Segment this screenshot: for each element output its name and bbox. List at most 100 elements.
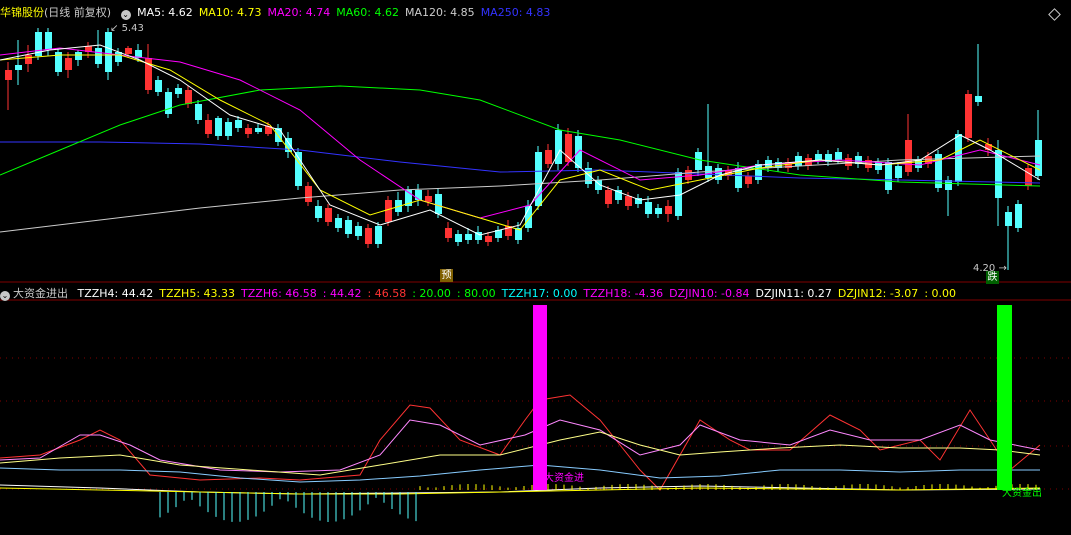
ma-item: MA10: 4.73 [198, 6, 262, 19]
candle-body [465, 234, 472, 240]
price-chart[interactable] [0, 0, 1071, 535]
main-panel-header: 华锦股份(日线 前复权) ⌄ MA5: 4.62 MA10: 4.73 MA20: … [0, 6, 556, 20]
candle-body [895, 166, 902, 178]
candle-body [625, 196, 632, 206]
chevron-down-icon[interactable]: ⌄ [120, 10, 131, 20]
forecast-marker[interactable]: 预 [440, 269, 453, 282]
candle-body [65, 58, 72, 70]
candle-body [335, 218, 342, 228]
candle-body [15, 65, 22, 70]
ma-item: MA250: 4.83 [480, 6, 551, 19]
candle-body [185, 90, 192, 104]
chevron-down-icon[interactable]: ⌄ [0, 291, 10, 301]
sub-panel-header: ⌄ 大资金进出 TZZH4: 44.42 TZZH5: 43.33 TZZH6: 46… [0, 287, 962, 301]
indicator-item: DZJIN11: 0.27 [755, 287, 832, 300]
indicator-item: DZJIN10: -0.84 [669, 287, 750, 300]
candle-body [355, 226, 362, 236]
drop-marker[interactable]: 跌 [986, 271, 999, 284]
candle-body [875, 162, 882, 170]
ma-item: MA60: 4.62 [336, 6, 399, 19]
candle-body [245, 128, 252, 134]
candle-body [195, 104, 202, 120]
indicator-item: TZZH6: 46.58 [241, 287, 317, 300]
candle-body [45, 32, 52, 50]
candle-body [255, 128, 262, 132]
indicator-item: TZZH4: 44.42 [77, 287, 154, 300]
candle-body [315, 206, 322, 218]
candle-body [305, 186, 312, 202]
candle-body [95, 48, 102, 64]
sub-yellow-line [0, 431, 1041, 476]
ma-item: MA5: 4.62 [137, 6, 193, 19]
high-price-label: ↙ 5.43 [110, 23, 144, 34]
indicator-values: TZZH4: 44.42 TZZH5: 43.33 TZZH6: 46.58 : 44… [78, 287, 963, 300]
candle-body [375, 226, 382, 244]
candle-body [115, 52, 122, 62]
candle-body [205, 120, 212, 134]
candle-body [25, 55, 32, 64]
candle-body [345, 220, 352, 234]
candle-body [905, 140, 912, 172]
indicator-item: TZZH17: 0.00 [501, 287, 578, 300]
signal-in-label: 大资金进 [544, 473, 584, 484]
candle-body [885, 162, 892, 190]
candle-body [1005, 212, 1012, 226]
candle-body [125, 48, 132, 54]
candle-body [745, 176, 752, 184]
candle-body [645, 202, 652, 214]
candle-body [445, 228, 452, 238]
candle-body [5, 70, 12, 80]
candle-body [975, 96, 982, 102]
ma120-line [0, 155, 1041, 233]
indicator-item: : 20.00 [412, 287, 451, 300]
candle-body [215, 118, 222, 136]
candle-body [165, 92, 172, 114]
candle-body [175, 88, 182, 94]
indicator-item: : 46.58 [367, 287, 407, 300]
indicator-item: TZZH5: 43.33 [159, 287, 236, 300]
signal-in-bar [533, 305, 547, 490]
candle-body [365, 228, 372, 244]
indicator-item: TZZH18: -4.36 [583, 287, 664, 300]
candle-body [1035, 140, 1042, 176]
stock-name[interactable]: 华锦股份 [0, 6, 44, 19]
period-label[interactable]: (日线 前复权) [44, 6, 111, 19]
candle-body [555, 130, 562, 164]
indicator-name[interactable]: 大资金进出 [13, 287, 68, 300]
indicator-item: : 0.00 [924, 287, 957, 300]
indicator-item: DZJIN12: -3.07 [837, 287, 919, 300]
candle-body [1015, 204, 1022, 228]
candle-body [155, 80, 162, 92]
ma-item: MA20: 4.74 [267, 6, 331, 19]
candle-body [105, 32, 112, 72]
candle-body [685, 170, 692, 180]
signal-out-label: 大资金出 [1002, 488, 1042, 499]
candle-body [435, 194, 442, 214]
candle-body [665, 206, 672, 214]
signal-out-bar [997, 305, 1012, 490]
candle-body [235, 120, 242, 128]
candle-body [715, 168, 722, 180]
ma20-line [0, 47, 1041, 219]
candle-body [325, 208, 332, 222]
candle-body [425, 196, 432, 202]
candle-body [795, 156, 802, 166]
candle-body [225, 122, 232, 136]
sub-blue-line [0, 464, 1040, 483]
ma5-line [0, 44, 1041, 236]
candle-body [965, 94, 972, 138]
sub-red-line [0, 394, 1041, 491]
candle-body [835, 152, 842, 160]
candle-body [815, 154, 822, 160]
candle-body [545, 150, 552, 164]
candle-body [455, 234, 462, 242]
indicator-item: : 44.42 [322, 287, 362, 300]
candle-body [75, 52, 82, 60]
candle-body [695, 152, 702, 170]
indicator-item: : 80.00 [456, 287, 496, 300]
ma60-line [0, 85, 1041, 187]
ma-legend: MA5: 4.62 MA10: 4.73 MA20: 4.74 MA60: 4.62 M… [137, 6, 556, 19]
candle-body [655, 208, 662, 214]
candle-body [605, 190, 612, 204]
candle-body [485, 236, 492, 242]
